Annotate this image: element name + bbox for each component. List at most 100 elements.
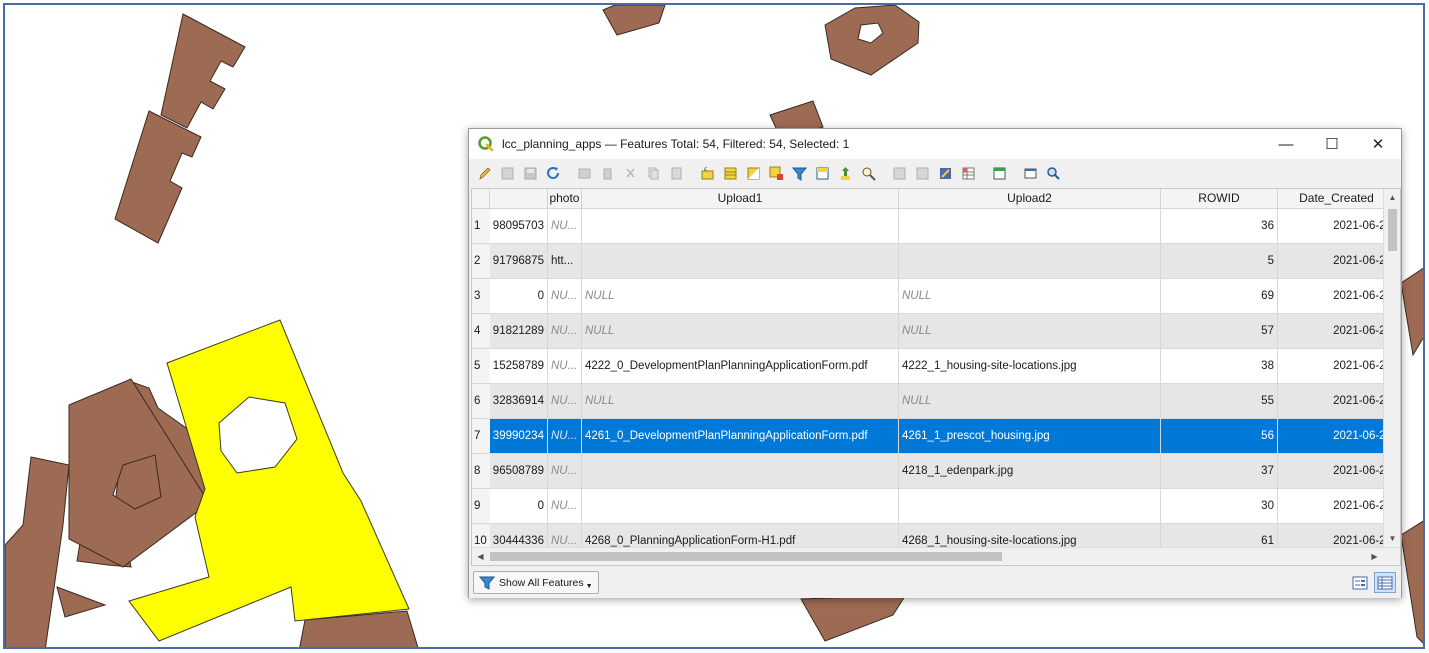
- cell-photo[interactable]: NU...: [547, 313, 582, 349]
- vertical-scroll-thumb[interactable]: [1388, 209, 1397, 251]
- cell-id[interactable]: 0: [489, 278, 548, 314]
- scroll-down-arrow-icon[interactable]: ▼: [1384, 530, 1400, 547]
- table-row[interactable]: 6 32836914 NU... NULL NULL 55 2021-06-24: [472, 383, 1396, 419]
- deselect-all-icon[interactable]: [768, 165, 785, 182]
- cell-upload1[interactable]: NULL: [581, 313, 899, 349]
- cell-date-created[interactable]: 2021-06-24: [1277, 313, 1396, 349]
- vertical-scrollbar[interactable]: ▲ ▼: [1383, 189, 1400, 547]
- cell-upload1[interactable]: 4261_0_DevelopmentPlanPlanningApplicatio…: [581, 418, 899, 454]
- cell-date-created[interactable]: 2021-06-24: [1277, 243, 1396, 279]
- row-number[interactable]: 3: [472, 278, 490, 314]
- cell-upload1[interactable]: [581, 208, 899, 244]
- maximize-button[interactable]: ☐: [1309, 129, 1355, 159]
- cell-id[interactable]: 32836914: [489, 383, 548, 419]
- cell-upload1[interactable]: 4222_0_DevelopmentPlanPlanningApplicatio…: [581, 348, 899, 384]
- row-number[interactable]: 2: [472, 243, 490, 279]
- table-row[interactable]: 8 96508789 NU... 4218_1_edenpark.jpg 37 …: [472, 453, 1396, 489]
- cell-photo[interactable]: NU...: [547, 383, 582, 419]
- cell-photo[interactable]: NU...: [547, 418, 582, 454]
- dock-table-icon[interactable]: [991, 165, 1008, 182]
- field-calculator-icon[interactable]: [937, 165, 954, 182]
- column-header-photo[interactable]: photo: [547, 189, 582, 209]
- row-number[interactable]: 6: [472, 383, 490, 419]
- cell-photo[interactable]: NU...: [547, 348, 582, 384]
- cell-id[interactable]: 96508789: [489, 453, 548, 489]
- cell-upload2[interactable]: NULL: [898, 383, 1161, 419]
- table-row[interactable]: 3 0 NU... NULL NULL 69 2021-06-24: [472, 278, 1396, 314]
- column-header-date-created[interactable]: Date_Created: [1277, 189, 1396, 209]
- attribute-table[interactable]: photo Upload1 Upload2 ROWID Date_Created…: [471, 188, 1401, 566]
- cell-rowid[interactable]: 36: [1160, 208, 1278, 244]
- cell-rowid[interactable]: 57: [1160, 313, 1278, 349]
- row-number[interactable]: 4: [472, 313, 490, 349]
- cell-id[interactable]: 39990234: [489, 418, 548, 454]
- close-button[interactable]: ✕: [1355, 129, 1401, 159]
- move-selection-to-top-icon[interactable]: [814, 165, 831, 182]
- title-bar[interactable]: lcc_planning_apps — Features Total: 54, …: [469, 129, 1401, 159]
- scroll-left-arrow-icon[interactable]: ◀: [472, 548, 489, 565]
- cell-id[interactable]: 91821289: [489, 313, 548, 349]
- cell-id[interactable]: 0: [489, 488, 548, 524]
- paste-icon[interactable]: [668, 165, 685, 182]
- column-header-upload1[interactable]: Upload1: [581, 189, 899, 209]
- row-number[interactable]: 5: [472, 348, 490, 384]
- form-view-button[interactable]: [1349, 572, 1371, 593]
- cell-date-created[interactable]: 2021-06-24: [1277, 418, 1396, 454]
- cell-id[interactable]: 91796875: [489, 243, 548, 279]
- cell-date-created[interactable]: 2021-06-24: [1277, 383, 1396, 419]
- cell-upload2[interactable]: 4222_1_housing-site-locations.jpg: [898, 348, 1161, 384]
- table-row[interactable]: 1 98095703 NU... 36 2021-06-24: [472, 208, 1396, 244]
- zoom-to-selected-icon[interactable]: [860, 165, 877, 182]
- column-header[interactable]: [489, 189, 548, 209]
- cell-upload1[interactable]: NULL: [581, 383, 899, 419]
- cell-date-created[interactable]: 2021-06-24: [1277, 348, 1396, 384]
- table-row[interactable]: 9 0 NU... 30 2021-06-24: [472, 488, 1396, 524]
- cell-rowid[interactable]: 56: [1160, 418, 1278, 454]
- cell-upload2[interactable]: NULL: [898, 278, 1161, 314]
- table-view-button[interactable]: [1374, 572, 1396, 593]
- cell-upload2[interactable]: 4218_1_edenpark.jpg: [898, 453, 1161, 489]
- cell-rowid[interactable]: 69: [1160, 278, 1278, 314]
- cell-rowid[interactable]: 37: [1160, 453, 1278, 489]
- cell-rowid[interactable]: 5: [1160, 243, 1278, 279]
- scroll-up-arrow-icon[interactable]: ▲: [1384, 189, 1400, 206]
- cell-upload2[interactable]: [898, 208, 1161, 244]
- cell-date-created[interactable]: 2021-06-24: [1277, 453, 1396, 489]
- cut-icon[interactable]: [622, 165, 639, 182]
- horizontal-scrollbar[interactable]: ◀ ▶: [472, 547, 1400, 565]
- copy-icon[interactable]: [645, 165, 662, 182]
- row-number[interactable]: 9: [472, 488, 490, 524]
- horizontal-scroll-thumb[interactable]: [490, 552, 1002, 561]
- cell-date-created[interactable]: 2021-06-24: [1277, 278, 1396, 314]
- column-header[interactable]: [472, 189, 491, 209]
- row-number[interactable]: 7: [472, 418, 490, 454]
- table-row-selected[interactable]: 7 39990234 NU... 4261_0_DevelopmentPlanP…: [472, 418, 1396, 454]
- pan-to-selected-icon[interactable]: [837, 165, 854, 182]
- cell-upload1[interactable]: [581, 243, 899, 279]
- select-by-expression-icon[interactable]: ε: [699, 165, 716, 182]
- cell-photo[interactable]: NU...: [547, 488, 582, 524]
- cell-photo[interactable]: htt...: [547, 243, 582, 279]
- reload-icon[interactable]: [545, 165, 562, 182]
- row-number[interactable]: 8: [472, 453, 490, 489]
- invert-selection-icon[interactable]: [745, 165, 762, 182]
- cell-photo[interactable]: NU...: [547, 278, 582, 314]
- cell-upload1[interactable]: [581, 453, 899, 489]
- new-field-icon[interactable]: [891, 165, 908, 182]
- table-row[interactable]: 4 91821289 NU... NULL NULL 57 2021-06-24: [472, 313, 1396, 349]
- cell-photo[interactable]: NU...: [547, 208, 582, 244]
- minimize-button[interactable]: —: [1263, 129, 1309, 159]
- delete-field-icon[interactable]: [914, 165, 931, 182]
- actions-icon[interactable]: [1022, 165, 1039, 182]
- cell-upload2[interactable]: 4261_1_prescot_housing.jpg: [898, 418, 1161, 454]
- conditional-formatting-icon[interactable]: [960, 165, 977, 182]
- scroll-right-arrow-icon[interactable]: ▶: [1366, 548, 1383, 565]
- cell-photo[interactable]: NU...: [547, 453, 582, 489]
- cell-rowid[interactable]: 38: [1160, 348, 1278, 384]
- row-number[interactable]: 1: [472, 208, 490, 244]
- cell-id[interactable]: 98095703: [489, 208, 548, 244]
- column-header-upload2[interactable]: Upload2: [898, 189, 1161, 209]
- cell-id[interactable]: 15258789: [489, 348, 548, 384]
- cell-date-created[interactable]: 2021-06-24: [1277, 488, 1396, 524]
- cell-date-created[interactable]: 2021-06-24: [1277, 208, 1396, 244]
